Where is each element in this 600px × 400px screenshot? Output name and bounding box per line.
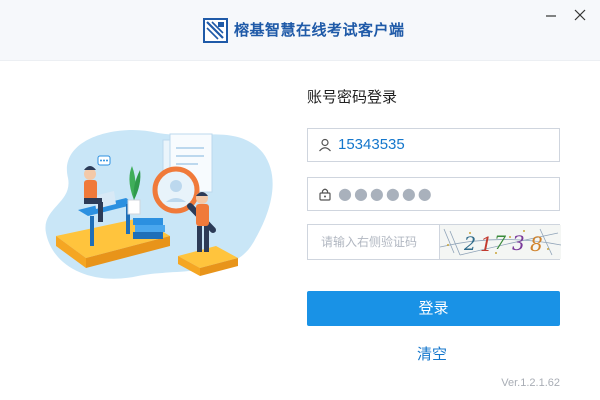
- svg-text:7: 7: [494, 232, 507, 254]
- login-button[interactable]: 登录: [307, 291, 560, 326]
- title-bar: 榕基智慧在线考试客户端: [0, 0, 600, 61]
- svg-text:2: 2: [463, 233, 476, 255]
- close-icon[interactable]: [568, 6, 592, 24]
- svg-text:3: 3: [512, 231, 525, 255]
- login-heading: 账号密码登录: [307, 88, 398, 106]
- captcha-field: 2 1 7 3 8: [307, 224, 561, 260]
- svg-text:1: 1: [480, 232, 493, 256]
- svg-text:8: 8: [530, 232, 543, 256]
- app-logo-icon: [203, 18, 228, 43]
- username-field[interactable]: 15343535: [307, 128, 560, 162]
- captcha-input[interactable]: [308, 225, 438, 259]
- user-icon: [319, 138, 331, 152]
- username-value[interactable]: 15343535: [338, 129, 405, 161]
- password-value[interactable]: ●●●●●●: [338, 178, 434, 210]
- password-field[interactable]: ●●●●●●: [307, 177, 560, 211]
- login-illustration: [45, 130, 273, 279]
- lock-icon: [319, 188, 331, 201]
- version-label: Ver.1.2.1.62: [501, 377, 560, 389]
- clear-button[interactable]: 清空: [405, 344, 459, 364]
- captcha-image[interactable]: 2 1 7 3 8: [439, 225, 561, 259]
- app-title: 榕基智慧在线考试客户端: [234, 21, 405, 39]
- minimize-icon[interactable]: [539, 6, 563, 24]
